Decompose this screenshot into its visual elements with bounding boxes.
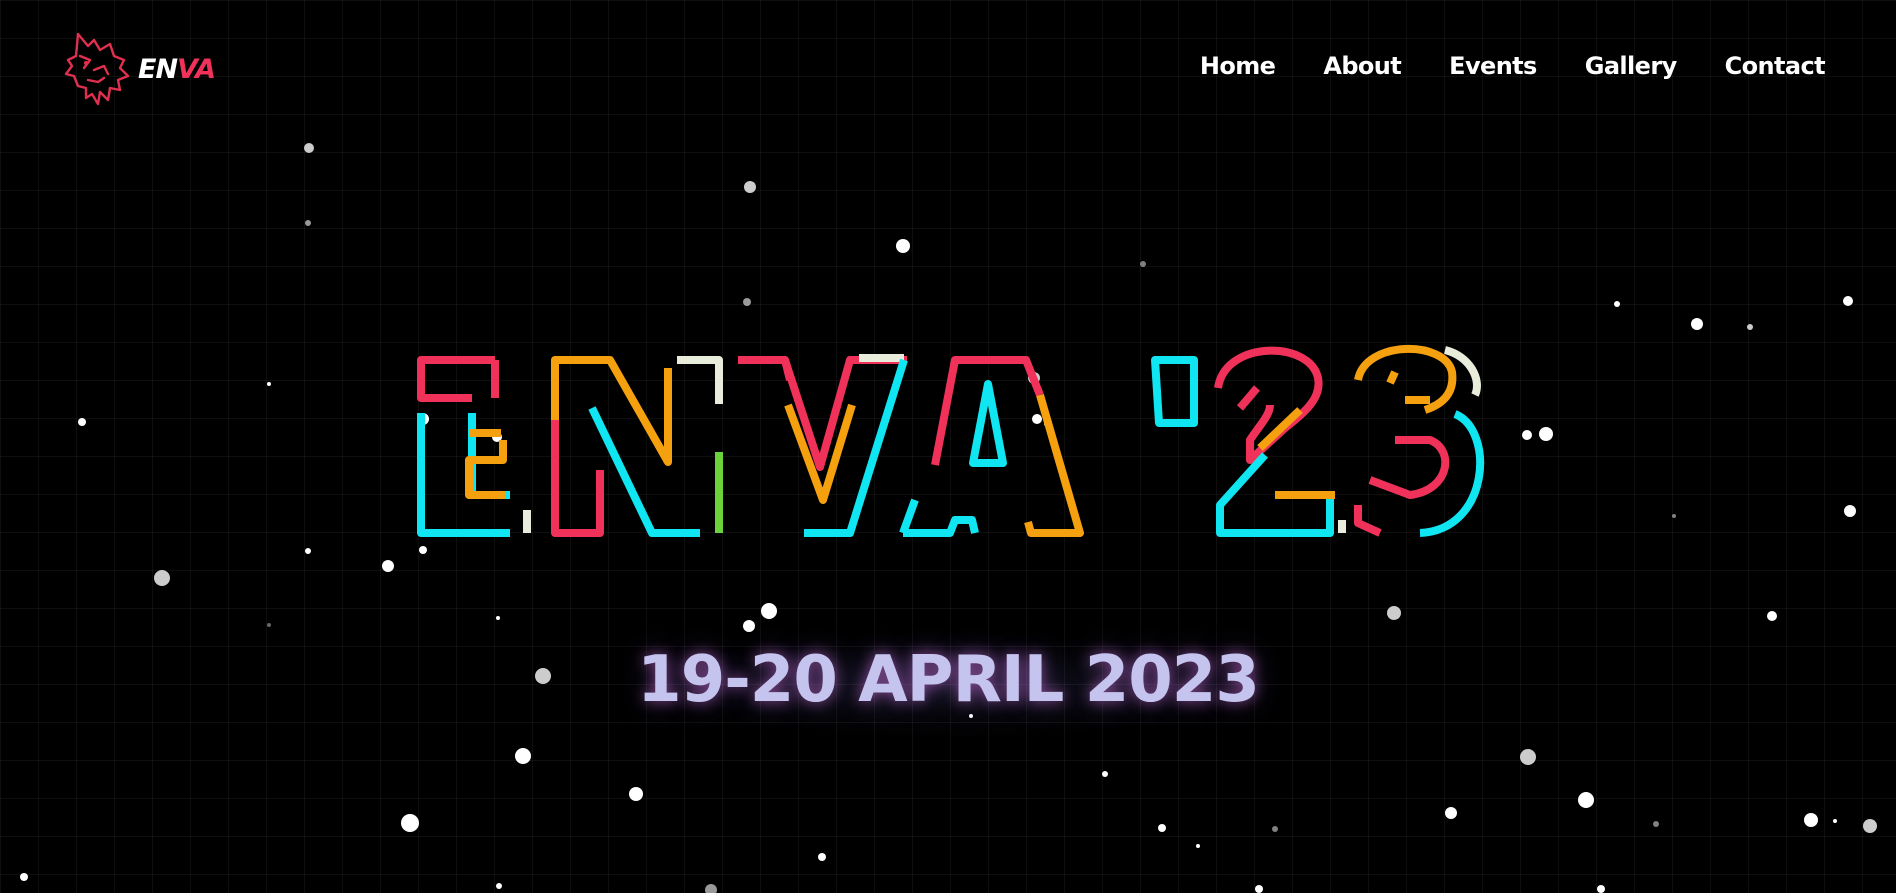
event-date: 19-20 APRIL 2023 <box>637 643 1260 717</box>
hero-title-graphic <box>417 344 1485 537</box>
hero-graphic <box>20 143 1877 893</box>
star-field <box>20 143 1877 893</box>
